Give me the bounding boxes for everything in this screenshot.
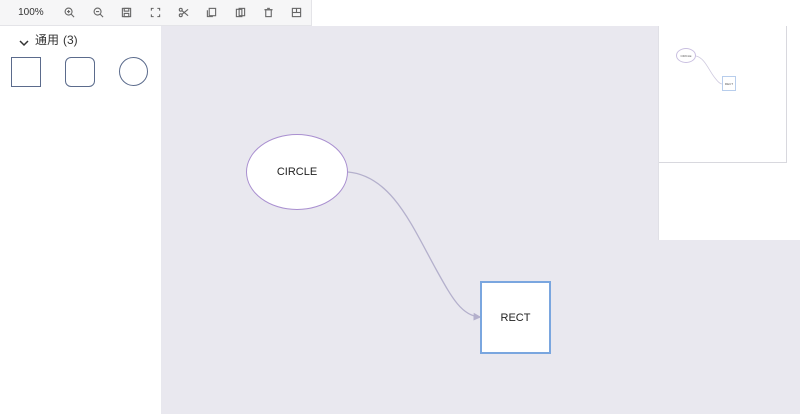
paste-button[interactable] [226, 0, 254, 26]
minimap-circle-node: CIRCLE [676, 48, 696, 63]
copy-icon [207, 7, 217, 18]
circle-node[interactable]: CIRCLE [246, 134, 348, 210]
minimap-rect-label: RECT [724, 81, 734, 86]
fit-view-button[interactable] [141, 0, 169, 26]
circle-node-label: CIRCLE [276, 166, 318, 178]
group-title: 通用 [35, 33, 60, 47]
shape-panel: 通用 (3) [0, 26, 162, 414]
zoom-in-icon [64, 7, 75, 18]
cut-icon [178, 7, 189, 18]
cut-button[interactable] [169, 0, 197, 26]
copy-button[interactable] [198, 0, 226, 26]
minimap-circle-label: CIRCLE [680, 53, 692, 58]
chevron-down-icon [18, 35, 30, 46]
zoom-level[interactable]: 100% [0, 7, 56, 18]
group-header[interactable]: 通用 (3) [18, 31, 78, 48]
zoom-in-button[interactable] [56, 0, 84, 26]
zoom-out-button[interactable] [84, 0, 112, 26]
minimap-rect-node: RECT [722, 76, 736, 91]
minimap-edge [695, 55, 723, 85]
circle-shape[interactable] [119, 57, 148, 86]
rounded-rect-shape[interactable] [65, 57, 95, 87]
zoom-out-icon [93, 7, 104, 18]
paste-icon [235, 7, 245, 18]
rect-node[interactable]: RECT [480, 281, 551, 354]
minimap[interactable]: CIRCLE RECT [658, 26, 800, 240]
layout-button[interactable] [283, 0, 311, 26]
group-count: (3) [63, 32, 78, 47]
edge-circle-to-rect[interactable] [347, 171, 482, 321]
rect-shape[interactable] [11, 57, 41, 87]
save-icon [121, 7, 132, 18]
fit-view-icon [150, 7, 160, 18]
rect-node-label: RECT [500, 311, 531, 324]
save-button[interactable] [112, 0, 140, 26]
layout-icon [292, 7, 302, 18]
delete-button[interactable] [254, 0, 282, 26]
delete-icon [264, 7, 273, 18]
minimap-edge-layer [695, 55, 723, 85]
toolbar: 100% [0, 0, 312, 26]
